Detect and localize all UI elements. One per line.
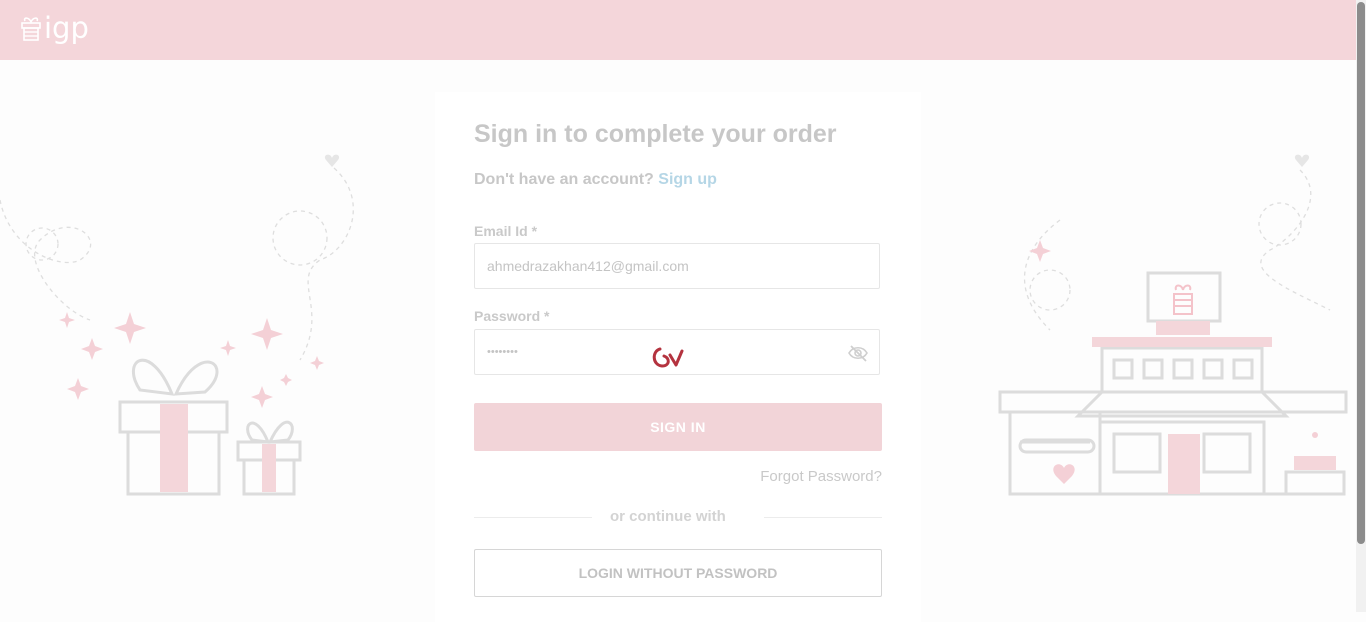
email-field[interactable] xyxy=(487,244,827,288)
signup-prompt: Don't have an account? Sign up xyxy=(474,171,717,189)
no-account-text: Don't have an account? xyxy=(474,171,654,188)
gift-shop-illustration xyxy=(998,154,1348,496)
divider-text: or continue with xyxy=(610,508,726,525)
logo-text: igp xyxy=(44,11,89,45)
page-title: Sign in to complete your order xyxy=(474,120,837,148)
divider-left xyxy=(474,517,592,518)
spinner-icon xyxy=(652,347,684,368)
signin-button[interactable]: SIGN IN xyxy=(474,403,882,451)
eye-slash-icon[interactable] xyxy=(847,344,869,362)
gift-logo-icon xyxy=(21,17,41,41)
gift-boxes-illustration xyxy=(0,154,354,496)
email-label: Email Id * xyxy=(474,223,538,239)
forgot-password-link[interactable]: Forgot Password? xyxy=(760,468,882,485)
scrollbar[interactable] xyxy=(1356,0,1366,612)
email-field-container[interactable] xyxy=(474,243,880,289)
password-label: Password * xyxy=(474,308,550,324)
login-without-password-button[interactable]: LOGIN WITHOUT PASSWORD xyxy=(474,549,882,597)
divider-right xyxy=(764,517,882,518)
signup-link[interactable]: Sign up xyxy=(658,171,717,188)
scrollbar-thumb[interactable] xyxy=(1357,2,1365,544)
brand-logo[interactable]: igp xyxy=(20,11,89,47)
header-bar: igp xyxy=(0,0,1356,60)
